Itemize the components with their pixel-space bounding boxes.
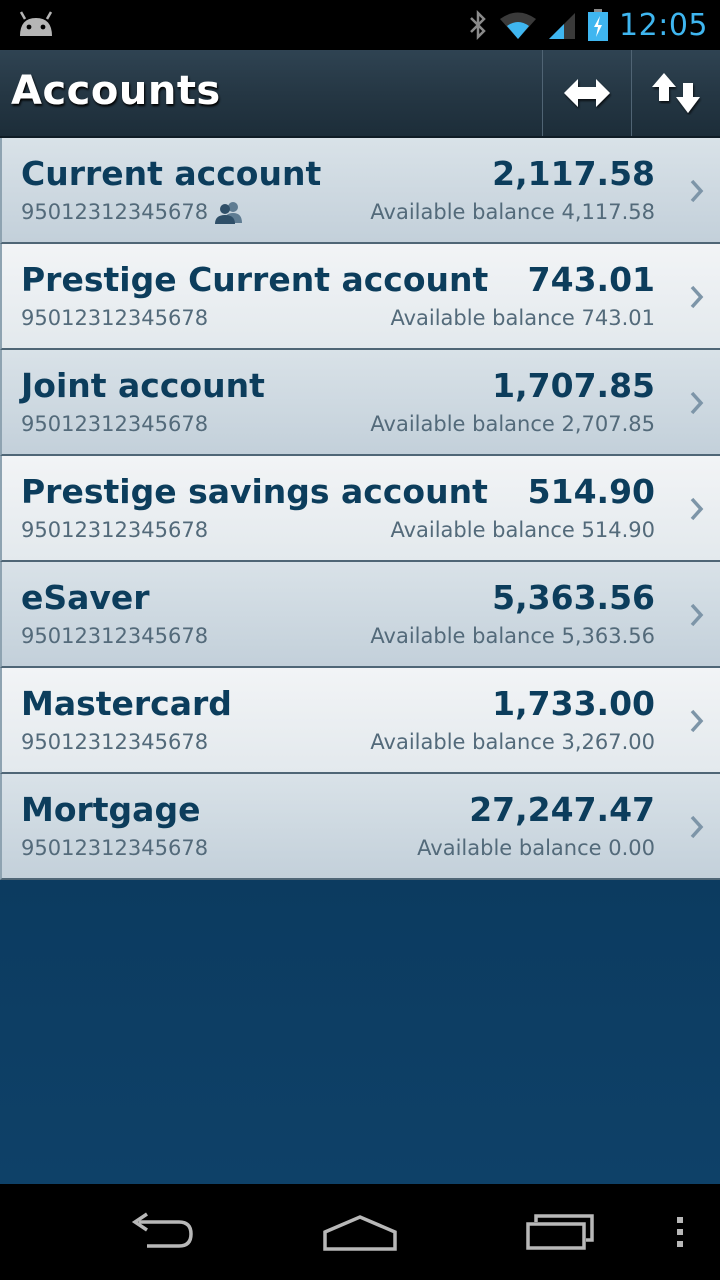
transfer-arrows-icon (564, 79, 610, 107)
account-balance: 1,733.00 (492, 684, 655, 723)
account-number: 95012312345678 (21, 412, 209, 436)
chevron-right-icon (690, 815, 704, 839)
recent-apps-icon (526, 1214, 594, 1250)
account-balance: 743.01 (527, 260, 655, 299)
account-row[interactable]: eSaver 5,363.56 95012312345678 Available… (0, 562, 720, 668)
account-name: Joint account (21, 366, 265, 405)
joint-holders-icon (215, 202, 243, 224)
account-row[interactable]: Prestige savings account 514.90 95012312… (0, 456, 720, 562)
account-number: 95012312345678 (21, 306, 209, 330)
account-balance: 1,707.85 (492, 366, 655, 405)
empty-background (0, 880, 720, 1184)
status-bar: 12:05 (0, 0, 720, 50)
available-balance: Available balance 2,707.85 (370, 412, 655, 436)
account-balance: 27,247.47 (469, 790, 655, 829)
account-name: Mortgage (21, 790, 201, 829)
chevron-right-icon (690, 603, 704, 627)
sort-button[interactable] (631, 50, 720, 136)
available-balance: Available balance 3,267.00 (370, 730, 655, 754)
sort-arrows-icon (652, 73, 700, 113)
accounts-list: Current account 2,117.58 95012312345678 … (0, 138, 720, 880)
account-name: Prestige savings account (21, 472, 488, 511)
android-icon (19, 11, 53, 36)
account-number-wrap: 95012312345678 (21, 200, 246, 224)
account-number: 95012312345678 (21, 518, 209, 542)
available-balance: Available balance 0.00 (417, 836, 655, 860)
transfer-button[interactable] (542, 50, 631, 136)
chevron-right-icon (690, 391, 704, 415)
account-row[interactable]: Mortgage 27,247.47 95012312345678 Availa… (0, 774, 720, 880)
action-bar: Accounts (0, 50, 720, 138)
account-number: 95012312345678 (21, 200, 209, 224)
available-balance: Available balance 4,117.58 (370, 200, 655, 224)
back-button[interactable] (110, 1184, 210, 1280)
chevron-right-icon (690, 497, 704, 521)
available-balance: Available balance 514.90 (390, 518, 655, 542)
recent-apps-button[interactable] (510, 1184, 610, 1280)
overflow-menu-icon (677, 1217, 683, 1247)
account-number: 95012312345678 (21, 730, 209, 754)
account-name: Current account (21, 154, 322, 193)
wifi-icon (500, 12, 537, 39)
account-name: Prestige Current account (21, 260, 489, 299)
available-balance: Available balance 743.01 (390, 306, 655, 330)
account-balance: 514.90 (527, 472, 655, 511)
back-icon (131, 1212, 193, 1248)
account-balance: 5,363.56 (492, 578, 655, 617)
chevron-right-icon (690, 179, 704, 203)
bluetooth-icon (470, 10, 486, 40)
account-row[interactable]: Mastercard 1,733.00 95012312345678 Avail… (0, 668, 720, 774)
account-number: 95012312345678 (21, 624, 209, 648)
available-balance: Available balance 5,363.56 (370, 624, 655, 648)
chevron-right-icon (690, 285, 704, 309)
account-name: eSaver (21, 578, 150, 617)
battery-charging-icon (588, 9, 609, 41)
account-name: Mastercard (21, 684, 232, 723)
signal-icon (549, 13, 576, 39)
overflow-menu-button[interactable] (660, 1184, 700, 1280)
account-row[interactable]: Prestige Current account 743.01 95012312… (0, 244, 720, 350)
account-row[interactable]: Current account 2,117.58 95012312345678 … (0, 138, 720, 244)
account-balance: 2,117.58 (492, 154, 655, 193)
home-button[interactable] (310, 1184, 410, 1280)
account-row[interactable]: Joint account 1,707.85 95012312345678 Av… (0, 350, 720, 456)
home-icon (323, 1215, 397, 1251)
navigation-bar (0, 1184, 720, 1280)
account-number: 95012312345678 (21, 836, 209, 860)
clock: 12:05 (619, 7, 708, 43)
chevron-right-icon (690, 709, 704, 733)
page-title: Accounts (11, 68, 221, 114)
